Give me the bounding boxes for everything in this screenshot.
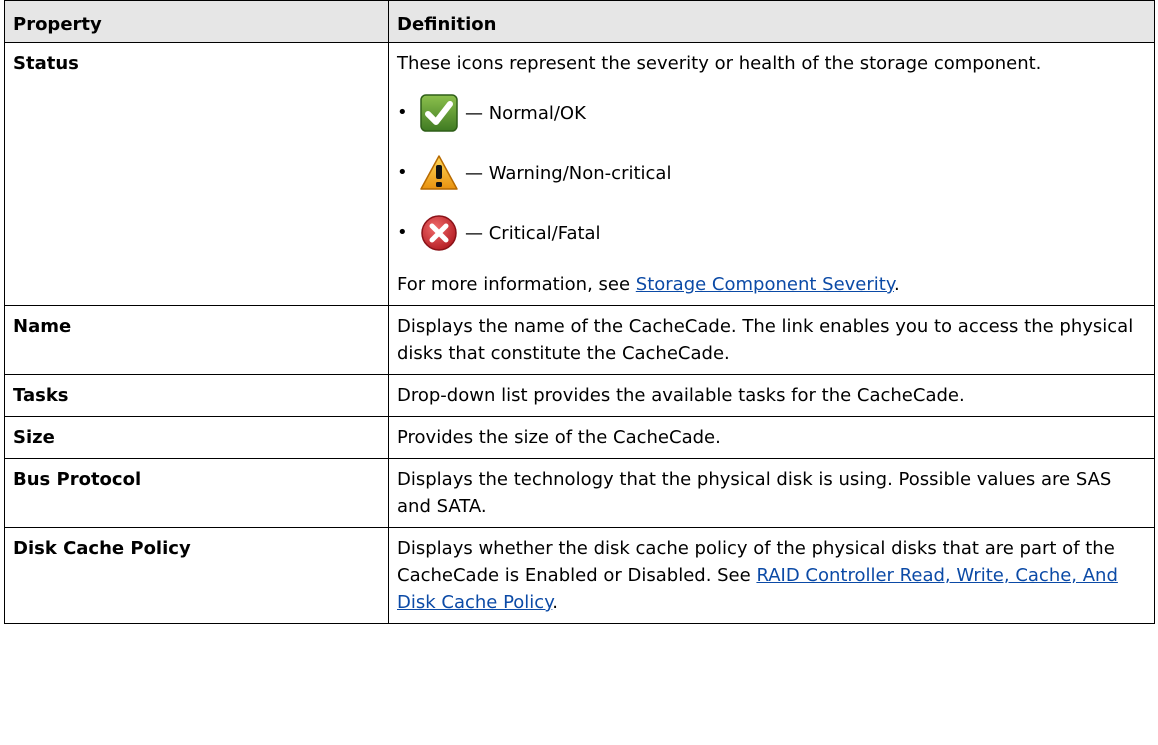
table-row-tasks: Tasks Drop-down list provides the availa…	[4, 374, 1155, 417]
property-name: Bus Protocol	[4, 458, 389, 528]
table-row-disk-cache-policy: Disk Cache Policy Displays whether the d…	[4, 527, 1155, 624]
property-name: Disk Cache Policy	[4, 527, 389, 624]
property-definition-table: Property Definition Status These icons r…	[4, 0, 1155, 624]
table-header-row: Property Definition	[4, 0, 1155, 43]
property-definition: Displays the name of the CacheCade. The …	[388, 305, 1155, 375]
property-definition: Displays the technology that the physica…	[388, 458, 1155, 528]
severity-item-critical: • — Critical/Fatal	[397, 208, 1146, 258]
table-row-bus-protocol: Bus Protocol Displays the technology tha…	[4, 458, 1155, 528]
warning-icon	[420, 155, 458, 190]
severity-label: — Normal/OK	[465, 102, 586, 124]
property-definition: Displays whether the disk cache policy o…	[388, 527, 1155, 624]
table-row-status: Status These icons represent the severit…	[4, 42, 1155, 306]
check-ok-icon	[420, 94, 458, 132]
more-info-prefix: For more information, see	[397, 274, 636, 295]
severity-label: — Critical/Fatal	[465, 222, 601, 244]
critical-icon	[421, 215, 457, 251]
column-header-property: Property	[4, 0, 389, 43]
more-info: For more information, see Storage Compon…	[397, 271, 1146, 298]
property-name: Tasks	[4, 374, 389, 417]
table-row-name: Name Displays the name of the CacheCade.…	[4, 305, 1155, 375]
disk-cache-suffix: .	[552, 592, 559, 613]
more-info-suffix: .	[893, 274, 900, 295]
table-row-size: Size Provides the size of the CacheCade.	[4, 416, 1155, 459]
status-intro: These icons represent the severity or he…	[397, 53, 1042, 74]
bullet: •	[397, 102, 408, 123]
property-name: Status	[4, 42, 389, 306]
severity-list: • — Normal/OK • — Warning/Non-critical •…	[397, 88, 1146, 258]
storage-component-severity-link[interactable]: Storage Component Severity	[636, 274, 894, 295]
severity-item-normal: • — Normal/OK	[397, 88, 1146, 138]
property-definition: These icons represent the severity or he…	[388, 42, 1155, 306]
property-definition: Drop-down list provides the available ta…	[388, 374, 1155, 417]
severity-item-warning: • — Warning/Non-critical	[397, 148, 1146, 198]
property-name: Name	[4, 305, 389, 375]
property-definition: Provides the size of the CacheCade.	[388, 416, 1155, 459]
bullet: •	[397, 162, 408, 183]
column-header-definition: Definition	[388, 0, 1155, 43]
severity-label: — Warning/Non-critical	[465, 162, 672, 184]
bullet: •	[397, 222, 408, 243]
property-name: Size	[4, 416, 389, 459]
